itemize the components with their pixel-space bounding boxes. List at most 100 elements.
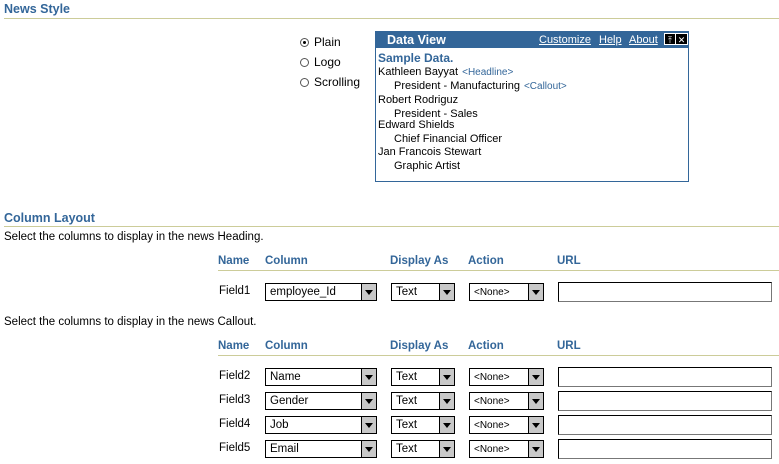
radio-plain-label: Plain [314,35,341,49]
chevron-down-icon[interactable] [528,417,543,433]
radio-button-plain[interactable] [300,37,309,47]
chevron-down-icon[interactable] [361,369,376,385]
display-as-value: Text [396,443,418,455]
chevron-down-icon[interactable] [528,393,543,409]
customize-link[interactable]: Customize [539,34,591,46]
url-input[interactable] [558,391,772,411]
display-as-value: Text [396,419,418,431]
chevron-down-icon[interactable] [361,393,376,409]
action-value: <None> [474,372,510,383]
action-value: <None> [474,420,510,431]
data-row-text: Kathleen Bayyat [378,66,459,78]
display-as-value: Text [396,395,418,407]
column-select[interactable]: Name [265,368,377,386]
field-name: Field3 [219,394,251,406]
chevron-down-icon[interactable] [439,284,454,300]
close-icon[interactable]: ✕ [676,33,688,45]
column-layout-title: Column Layout [4,211,95,225]
header-name: Name [218,255,250,267]
radio-button-logo[interactable] [300,57,309,67]
action-value: <None> [474,396,510,407]
field-name: Field2 [219,370,251,382]
table-header-divider [218,355,779,356]
action-select[interactable]: <None> [469,368,544,386]
data-view-header: Data View Customize Help About ⤒ ✕ [376,32,688,48]
column-select-value: Email [270,443,299,455]
pin-icon[interactable]: ⤒ [664,33,676,45]
action-value: <None> [474,444,510,455]
action-select[interactable]: <None> [469,440,544,458]
table-header-divider [218,270,779,271]
field-name: Field5 [219,442,251,454]
sample-data-label: Sample Data. [378,51,454,65]
action-value: <None> [474,287,510,298]
display-as-select[interactable]: Text [391,392,455,410]
display-as-select[interactable]: Text [391,416,455,434]
chevron-down-icon[interactable] [439,393,454,409]
data-row: Edward Shields [378,119,455,131]
news-style-divider [4,18,779,19]
heading-instruction: Select the columns to display in the new… [4,231,264,243]
url-input[interactable] [558,282,772,302]
display-as-value: Text [396,371,418,383]
chevron-down-icon[interactable] [439,417,454,433]
display-as-select[interactable]: Text [391,368,455,386]
column-select-value: Job [270,419,289,431]
chevron-down-icon[interactable] [528,441,543,457]
news-style-title: News Style [4,2,71,16]
about-link[interactable]: About [629,34,658,46]
display-as-value: Text [396,286,418,298]
action-select[interactable]: <None> [469,283,544,301]
column-select-value: Name [270,371,301,383]
news-style-radio-group: Plain Logo Scrolling [300,32,360,92]
field-name: Field1 [219,285,251,297]
header-column: Column [265,340,308,352]
column-select[interactable]: Gender [265,392,377,410]
chevron-down-icon[interactable] [439,369,454,385]
url-input[interactable] [558,367,772,387]
header-display-as: Display As [390,340,449,352]
url-input[interactable] [558,439,772,459]
chevron-down-icon[interactable] [361,441,376,457]
data-row: Graphic Artist [394,160,461,172]
header-action: Action [468,340,504,352]
header-url: URL [557,340,581,352]
data-row: Jan Francois Stewart [378,146,482,158]
action-select[interactable]: <None> [469,392,544,410]
radio-button-scrolling[interactable] [300,77,309,87]
radio-logo[interactable]: Logo [300,52,360,72]
column-select[interactable]: Email [265,440,377,458]
url-input[interactable] [558,415,772,435]
field-name: Field4 [219,418,251,430]
data-view-panel: Data View Customize Help About ⤒ ✕ Sampl… [375,31,689,182]
radio-plain[interactable]: Plain [300,32,360,52]
data-row: President - Manufacturing <Callout> [394,80,567,92]
help-link[interactable]: Help [599,34,622,46]
display-as-select[interactable]: Text [391,440,455,458]
column-select-value: Gender [270,395,309,407]
column-select[interactable]: Job [265,416,377,434]
chevron-down-icon[interactable] [439,441,454,457]
chevron-down-icon[interactable] [361,417,376,433]
data-row: Chief Financial Officer [394,133,503,145]
callout-tag: <Callout> [523,81,567,92]
action-select[interactable]: <None> [469,416,544,434]
chevron-down-icon[interactable] [528,284,543,300]
column-select-value: employee_Id [270,286,336,298]
display-as-select[interactable]: Text [391,283,455,301]
header-url: URL [557,255,581,267]
data-view-title: Data View [387,33,446,47]
chevron-down-icon[interactable] [361,284,376,300]
radio-scrolling[interactable]: Scrolling [300,72,360,92]
callout-instruction: Select the columns to display in the new… [4,316,257,328]
header-display-as: Display As [390,255,449,267]
data-row: Kathleen Bayyat <Headline> [378,66,513,78]
data-row: Robert Rodriguz [378,94,459,106]
header-action: Action [468,255,504,267]
data-row-text: President - Manufacturing [394,80,520,92]
headline-tag: <Headline> [462,67,514,78]
chevron-down-icon[interactable] [528,369,543,385]
header-name: Name [218,340,250,352]
column-select[interactable]: employee_Id [265,283,377,301]
radio-scrolling-label: Scrolling [314,75,361,89]
